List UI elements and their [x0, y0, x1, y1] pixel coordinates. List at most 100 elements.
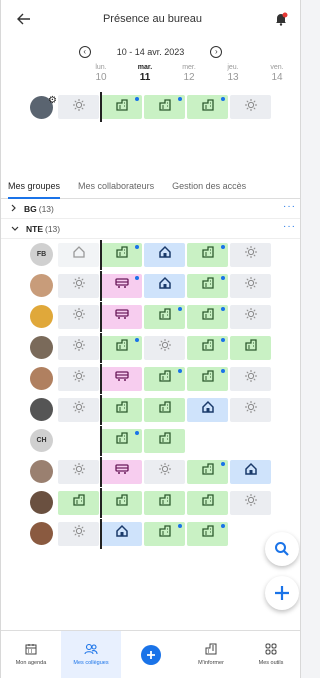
presence-cell[interactable] — [144, 95, 185, 119]
presence-cell[interactable] — [230, 95, 271, 119]
avatar[interactable] — [30, 398, 53, 421]
presence-cell[interactable] — [187, 242, 228, 267]
more-options-icon[interactable]: ··· — [283, 201, 296, 212]
today-separator — [100, 425, 102, 456]
presence-cell[interactable] — [101, 428, 142, 453]
presence-cell[interactable] — [230, 304, 271, 329]
presence-cell[interactable] — [230, 335, 271, 360]
presence-cell[interactable] — [58, 366, 99, 391]
presence-cell[interactable] — [58, 521, 99, 546]
presence-cell[interactable] — [144, 304, 185, 329]
presence-cell[interactable] — [187, 521, 228, 546]
presence-cell[interactable] — [101, 397, 142, 422]
presence-cell[interactable] — [230, 490, 271, 515]
presence-cell[interactable] — [144, 521, 185, 546]
presence-cell[interactable] — [101, 335, 142, 360]
presence-cell[interactable] — [144, 273, 185, 298]
nav-people[interactable]: Mes collègues — [61, 631, 121, 678]
presence-cell[interactable] — [144, 459, 185, 484]
person-row — [1, 301, 300, 332]
presence-cell[interactable] — [58, 273, 99, 298]
presence-cell[interactable] — [144, 490, 185, 515]
avatar[interactable] — [30, 460, 53, 483]
day-column-header: ven. 14 — [255, 63, 299, 83]
status-dot — [178, 523, 182, 528]
avatar[interactable] — [30, 274, 53, 297]
group-header[interactable]: NTE (13) ··· — [1, 219, 300, 239]
office-building-icon — [115, 431, 129, 450]
more-options-icon[interactable]: ··· — [283, 221, 296, 232]
avatar[interactable] — [30, 336, 53, 359]
nav-label: Mes outils — [258, 660, 284, 666]
presence-cell[interactable] — [101, 521, 142, 546]
chevron-left-icon[interactable]: ‹ — [78, 46, 91, 58]
day-name: jeu. — [227, 64, 239, 71]
avatar[interactable]: FB — [30, 243, 53, 266]
presence-cell[interactable] — [101, 273, 142, 298]
presence-cell[interactable] — [101, 459, 142, 484]
nav-calendar[interactable]: Mon agenda — [1, 631, 61, 678]
day-name: mar. — [137, 64, 153, 71]
presence-cell[interactable] — [58, 95, 99, 119]
presence-cell[interactable] — [58, 490, 99, 515]
presence-cell[interactable] — [58, 335, 99, 360]
office-building-icon — [72, 493, 86, 512]
person-row — [1, 456, 300, 487]
gear-icon[interactable]: ⚙ — [48, 95, 57, 106]
presence-cell[interactable] — [187, 273, 228, 298]
back-arrow-icon[interactable] — [15, 10, 33, 28]
presence-cell[interactable] — [101, 490, 142, 515]
presence-cell[interactable] — [230, 242, 271, 267]
tab-access[interactable]: Gestion des accès — [172, 175, 246, 198]
presence-cell[interactable] — [101, 304, 142, 329]
search-button[interactable] — [265, 532, 299, 566]
avatar[interactable] — [30, 367, 53, 390]
presence-cell[interactable] — [230, 397, 271, 422]
presence-cell[interactable] — [187, 95, 228, 119]
presence-cell[interactable] — [101, 242, 142, 267]
avatar[interactable] — [30, 491, 53, 514]
office-building-icon — [158, 493, 172, 512]
bottom-add-button[interactable] — [121, 631, 181, 678]
presence-cell[interactable] — [101, 95, 142, 119]
presence-cell[interactable] — [144, 428, 185, 453]
presence-cell[interactable] — [144, 366, 185, 391]
presence-cell[interactable] — [144, 335, 185, 360]
presence-cell[interactable] — [187, 490, 228, 515]
notification-bell-icon[interactable] — [272, 10, 290, 28]
person-row — [1, 363, 300, 394]
presence-cells — [58, 456, 271, 487]
presence-cell[interactable] — [187, 459, 228, 484]
presence-cell[interactable] — [144, 397, 185, 422]
nav-grid[interactable]: Mes outils — [241, 631, 300, 678]
avatar[interactable] — [30, 305, 53, 328]
presence-cell[interactable] — [187, 304, 228, 329]
presence-cell[interactable] — [58, 429, 99, 453]
presence-cell[interactable] — [58, 459, 99, 484]
tab-groups[interactable]: Mes groupes — [8, 175, 61, 199]
tab-collaborators[interactable]: Mes collaborateurs — [78, 175, 154, 198]
presence-cell[interactable] — [58, 242, 99, 267]
presence-cell[interactable] — [230, 273, 271, 298]
presence-cell[interactable] — [230, 459, 271, 484]
sun-icon — [72, 276, 86, 295]
today-separator — [100, 518, 102, 549]
presence-cell[interactable] — [187, 397, 228, 422]
presence-cell[interactable] — [187, 366, 228, 391]
group-header[interactable]: BG (13) ··· — [1, 199, 300, 219]
presence-cell[interactable] — [187, 429, 228, 453]
office-building-icon — [201, 307, 215, 326]
presence-cell[interactable] — [230, 429, 271, 453]
presence-cell[interactable] — [58, 397, 99, 422]
avatar[interactable]: CH — [30, 429, 53, 452]
chevron-right-icon[interactable]: › — [210, 46, 223, 58]
presence-cell[interactable] — [187, 335, 228, 360]
presence-cell[interactable] — [58, 304, 99, 329]
add-button[interactable] — [265, 576, 299, 610]
presence-cell[interactable] — [101, 366, 142, 391]
avatar[interactable] — [30, 522, 53, 545]
nav-building[interactable]: M'informer — [181, 631, 241, 678]
presence-cell[interactable] — [230, 522, 271, 546]
presence-cell[interactable] — [144, 242, 185, 267]
presence-cell[interactable] — [230, 366, 271, 391]
